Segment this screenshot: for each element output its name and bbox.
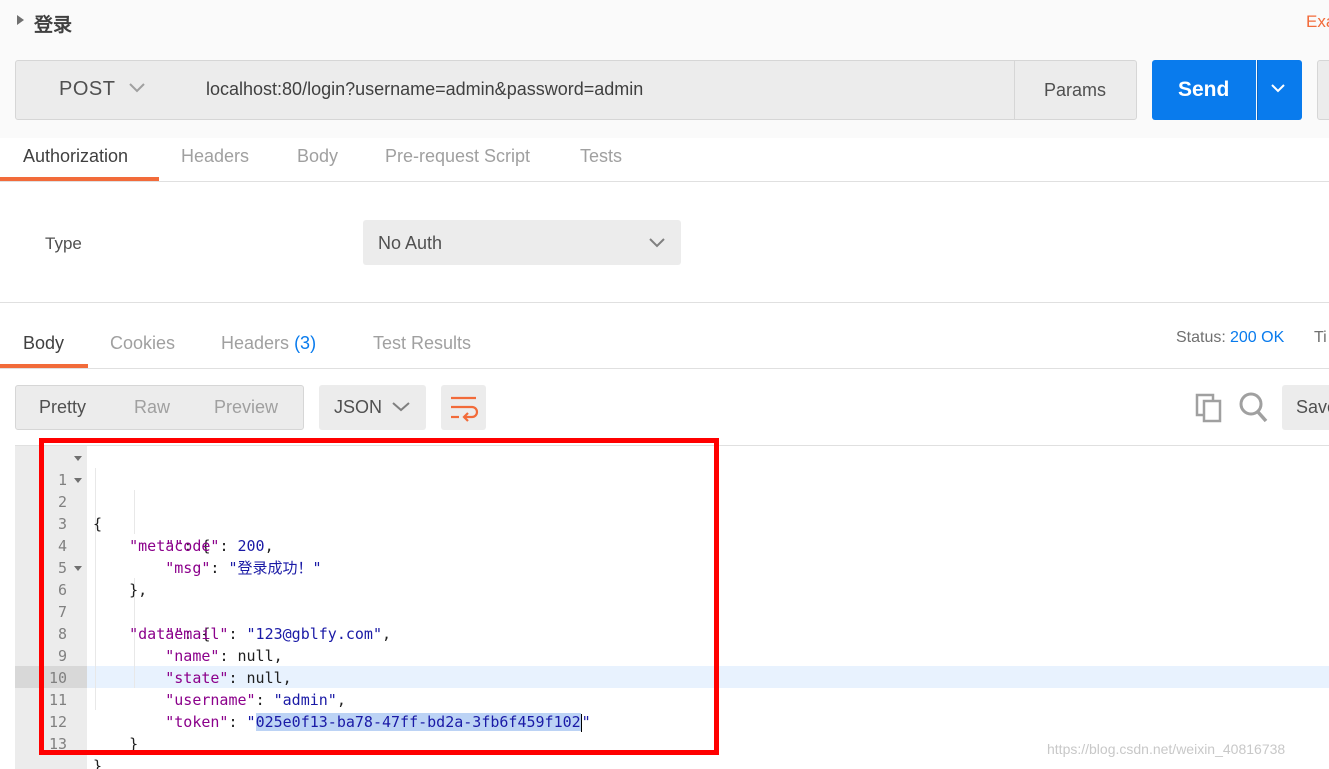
code-line: 7 "email": "123@gblfy.com", xyxy=(0,579,391,643)
tab-body[interactable]: Body xyxy=(297,146,338,167)
search-icon[interactable] xyxy=(1238,391,1268,423)
tab-cookies[interactable]: Cookies xyxy=(110,333,175,354)
wrap-lines-button[interactable] xyxy=(441,385,486,430)
format-label: JSON xyxy=(334,397,383,417)
response-tabs-divider xyxy=(0,368,1329,369)
view-pretty[interactable]: Pretty xyxy=(39,397,86,418)
active-tab-indicator xyxy=(0,364,88,368)
wrap-lines-icon xyxy=(451,396,479,422)
status-value[interactable]: 200 OK xyxy=(1230,329,1284,347)
code-line: 9 "state": null, xyxy=(0,623,292,687)
code-text: } xyxy=(93,757,103,769)
status-label: Status: xyxy=(1176,329,1226,346)
auth-type-value: No Auth xyxy=(378,233,443,253)
code-line: 5 }, xyxy=(0,535,147,599)
headers-count: (3) xyxy=(294,333,317,353)
time-label: Ti xyxy=(1314,329,1327,346)
code-line: 3 "code": 200, xyxy=(0,491,274,555)
request-header xyxy=(0,0,1329,44)
code-line: 10 "username": "admin", xyxy=(0,645,346,709)
code-line: 2 "meta": { xyxy=(0,469,210,555)
send-label: Send xyxy=(1178,78,1230,101)
view-raw[interactable]: Raw xyxy=(134,397,170,418)
view-preview[interactable]: Preview xyxy=(214,397,278,418)
code-line: 12 } xyxy=(0,689,138,753)
code-line: 13 } xyxy=(0,711,102,769)
method-label: POST xyxy=(59,78,116,100)
annotation-highlight-box xyxy=(39,438,719,755)
request-tabs-divider xyxy=(0,181,1329,182)
save-request-button[interactable] xyxy=(1317,60,1329,120)
auth-type-label: Type xyxy=(45,234,82,253)
copy-icon[interactable] xyxy=(1195,393,1223,423)
code-line: 11 "token": "025e0f13-ba78-47ff-bd2a-3fb… xyxy=(0,667,591,732)
tab-response-body[interactable]: Body xyxy=(23,333,64,354)
code-line: 8 "name": null, xyxy=(0,601,283,665)
code-line: 1 { xyxy=(0,447,102,533)
request-name[interactable]: 登录 xyxy=(34,10,72,37)
params-label: Params xyxy=(1044,80,1107,100)
tab-headers[interactable]: Headers xyxy=(181,146,249,167)
examples-link[interactable]: Exa xyxy=(1306,12,1329,32)
chevron-down-icon xyxy=(392,402,410,412)
chevron-down-icon xyxy=(129,83,145,93)
tab-response-headers[interactable]: Headers (3) xyxy=(221,333,316,354)
tab-pre-request-script[interactable]: Pre-request Script xyxy=(385,146,530,167)
chevron-down-icon xyxy=(1271,84,1285,93)
code-line: 6 "data": { xyxy=(0,557,210,643)
watermark: https://blog.csdn.net/weixin_40816738 xyxy=(1047,741,1286,757)
tab-authorization[interactable]: Authorization xyxy=(23,146,128,167)
collapse-caret-icon[interactable] xyxy=(17,15,24,25)
tab-tests[interactable]: Tests xyxy=(580,146,622,167)
section-divider xyxy=(0,302,1329,303)
url-text: localhost:80/login?username=admin&passwo… xyxy=(206,79,644,99)
save-response-label: Save xyxy=(1296,397,1329,417)
chevron-down-icon xyxy=(649,238,665,248)
code-line: 4 "msg": "登录成功！" xyxy=(0,513,322,577)
tab-test-results[interactable]: Test Results xyxy=(373,333,471,354)
active-tab-indicator xyxy=(0,177,159,181)
tab-response-headers-label: Headers xyxy=(221,333,290,353)
